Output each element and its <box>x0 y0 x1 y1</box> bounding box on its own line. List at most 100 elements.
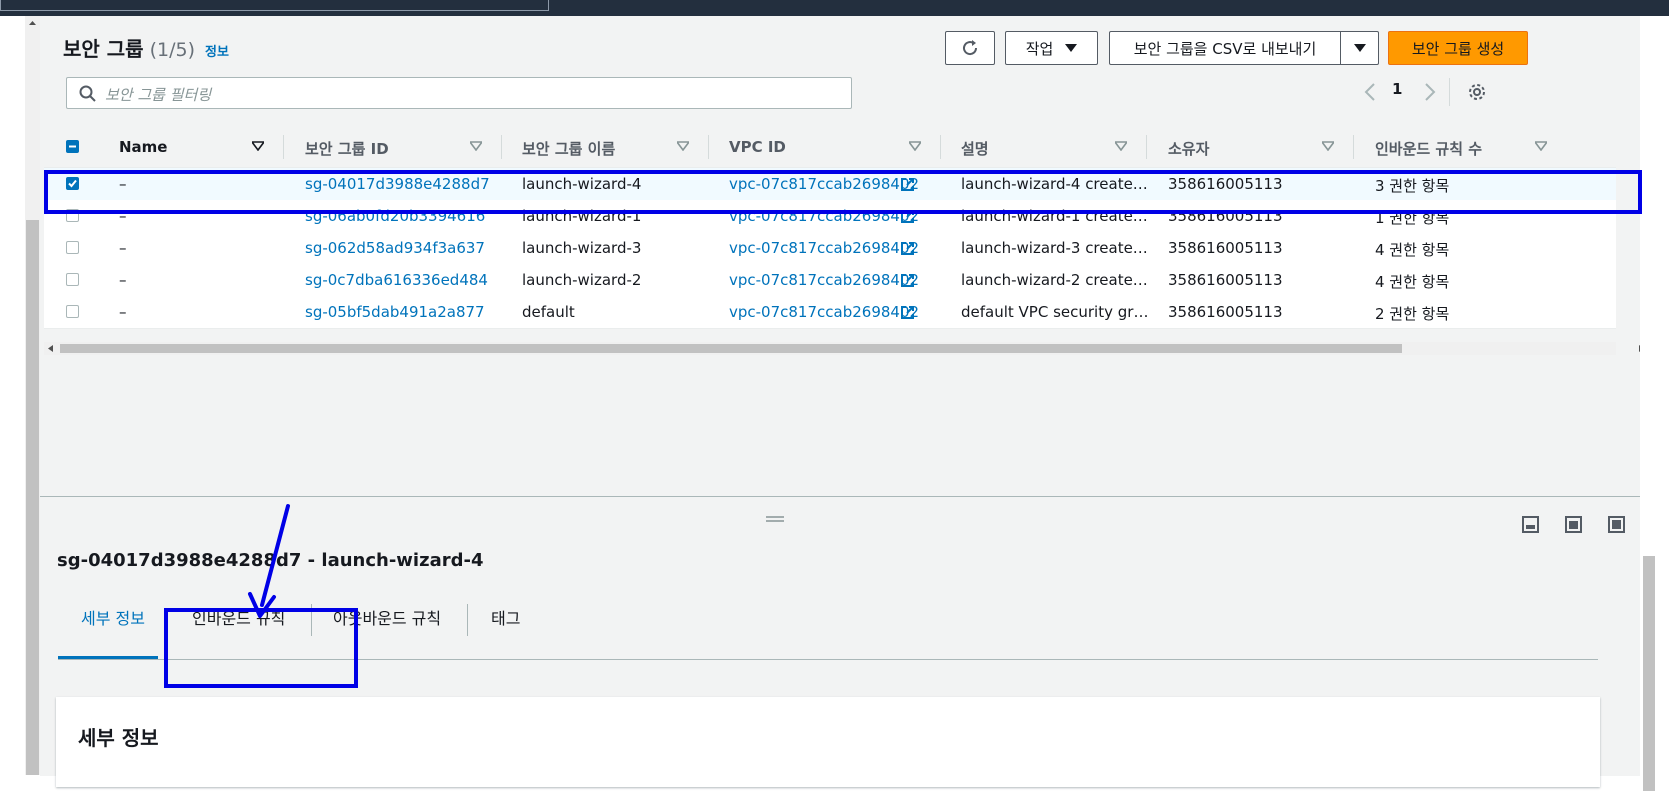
cell-inbound-rules: 4 권한 항목 <box>1375 241 1450 259</box>
panel-header: 보안 그룹 (1/5) 정보 <box>63 33 229 62</box>
refresh-button[interactable] <box>945 31 995 65</box>
scroll-up-arrow-icon[interactable] <box>25 16 40 30</box>
export-csv-button[interactable]: 보안 그룹을 CSV로 내보내기 <box>1109 31 1341 65</box>
column-header-inbound-rules[interactable]: 인바운드 규칙 수 <box>1375 138 1482 159</box>
cell-description: default VPC security gr… <box>961 303 1149 321</box>
row-checkbox[interactable] <box>66 305 79 318</box>
cell-name: – <box>119 175 127 193</box>
tab-divider <box>311 604 312 636</box>
sort-icon[interactable] <box>677 141 689 151</box>
cell-sg-name: launch-wizard-1 <box>522 207 642 225</box>
toolbar-divider <box>1449 78 1450 106</box>
sort-icon[interactable] <box>1322 141 1334 151</box>
table-row[interactable]: – sg-0c7dba616336ed484 launch-wizard-2 v… <box>44 264 1616 297</box>
column-divider <box>708 135 709 159</box>
page-title: 보안 그룹 <box>63 37 144 61</box>
column-divider <box>940 135 941 159</box>
search-placeholder: 보안 그룹 필터링 <box>105 86 212 104</box>
right-page-edge <box>1640 16 1669 791</box>
table-row[interactable]: – sg-05bf5dab491a2a877 default vpc-07c81… <box>44 296 1616 329</box>
info-link[interactable]: 정보 <box>205 41 229 60</box>
scroll-left-arrow-icon[interactable] <box>46 344 55 353</box>
tab-details[interactable]: 세부 정보 <box>81 605 145 629</box>
cell-sg-id-link[interactable]: sg-05bf5dab491a2a877 <box>305 303 485 321</box>
row-checkbox[interactable] <box>66 273 79 286</box>
column-header-name[interactable]: Name <box>119 138 167 156</box>
tab-outbound-rules[interactable]: 아웃바운드 규칙 <box>333 605 441 629</box>
external-link-icon[interactable] <box>900 241 915 256</box>
panel-bottom-icon[interactable] <box>1522 516 1539 533</box>
sort-icon[interactable] <box>470 141 482 151</box>
row-checkbox[interactable] <box>66 241 79 254</box>
create-security-group-label: 보안 그룹 생성 <box>1411 39 1505 58</box>
current-page[interactable]: 1 <box>1392 80 1402 98</box>
caret-down-icon <box>1353 44 1366 52</box>
external-link-icon[interactable] <box>900 209 915 224</box>
drag-handle-icon[interactable] <box>765 515 785 523</box>
column-header-vpc-id[interactable]: VPC ID <box>729 138 786 156</box>
column-divider <box>1146 135 1147 159</box>
actions-button[interactable]: 작업 <box>1005 31 1098 65</box>
caret-down-icon <box>1065 44 1078 52</box>
cell-sg-id-link[interactable]: sg-04017d3988e4288d7 <box>305 175 490 193</box>
column-header-description[interactable]: 설명 <box>961 138 989 159</box>
left-scrollbar-thumb[interactable] <box>26 220 39 775</box>
table-row[interactable]: – sg-04017d3988e4288d7 launch-wizard-4 v… <box>44 168 1616 201</box>
row-checkbox[interactable] <box>66 209 79 222</box>
cell-vpc-id-link[interactable]: vpc-07c817ccab2698402 <box>729 303 919 321</box>
sort-icon[interactable] <box>909 141 921 151</box>
sort-icon[interactable] <box>252 141 264 151</box>
table-row[interactable]: – sg-062d58ad934f3a637 launch-wizard-3 v… <box>44 232 1616 265</box>
table-row[interactable]: – sg-06ab0fd20b3394616 launch-wizard-1 v… <box>44 200 1616 233</box>
panel-side-icon[interactable] <box>1565 516 1582 533</box>
select-all-checkbox[interactable] <box>66 140 79 153</box>
cell-name: – <box>119 303 127 321</box>
table-scrollbar-thumb[interactable] <box>60 344 1402 353</box>
export-options-button[interactable] <box>1340 31 1379 65</box>
cell-vpc-id-link[interactable]: vpc-07c817ccab2698402 <box>729 207 919 225</box>
table-header: Name 보안 그룹 ID 보안 그룹 이름 VPC ID 설명 소유자 인바운… <box>44 127 1616 168</box>
cell-sg-id-link[interactable]: sg-06ab0fd20b3394616 <box>305 207 485 225</box>
cell-description: launch-wizard-3 create… <box>961 239 1148 257</box>
search-input[interactable]: 보안 그룹 필터링 <box>66 77 852 109</box>
sort-icon[interactable] <box>1535 141 1547 151</box>
top-search-field[interactable] <box>0 0 549 11</box>
external-link-icon[interactable] <box>900 305 915 320</box>
check-icon <box>68 179 77 188</box>
cell-description: launch-wizard-2 create… <box>961 271 1148 289</box>
cell-owner: 358616005113 <box>1168 303 1283 321</box>
column-header-sg-id[interactable]: 보안 그룹 ID <box>305 138 389 159</box>
chevron-right-icon[interactable] <box>1423 82 1437 102</box>
cell-vpc-id-link[interactable]: vpc-07c817ccab2698402 <box>729 175 919 193</box>
cell-sg-id-link[interactable]: sg-0c7dba616336ed484 <box>305 271 488 289</box>
details-section-title: 세부 정보 <box>78 726 159 750</box>
cell-vpc-id-link[interactable]: vpc-07c817ccab2698402 <box>729 239 919 257</box>
page-scrollbar-thumb[interactable] <box>1643 556 1655 791</box>
table-horizontal-scrollbar[interactable] <box>44 342 1644 355</box>
panel-full-icon[interactable] <box>1608 516 1625 533</box>
sort-icon[interactable] <box>1115 141 1127 151</box>
active-tab-indicator <box>58 656 158 659</box>
cell-sg-name: launch-wizard-4 <box>522 175 642 193</box>
annotation-arrow-icon <box>248 504 290 618</box>
cell-sg-id-link[interactable]: sg-062d58ad934f3a637 <box>305 239 485 257</box>
chevron-left-icon[interactable] <box>1363 82 1377 102</box>
external-link-icon[interactable] <box>900 177 915 192</box>
create-security-group-button[interactable]: 보안 그룹 생성 <box>1388 31 1528 65</box>
cell-owner: 358616005113 <box>1168 239 1283 257</box>
details-card: 세부 정보 <box>56 697 1600 787</box>
gear-icon[interactable] <box>1467 82 1487 102</box>
selection-count: (1/5) <box>149 39 195 61</box>
column-divider <box>1353 135 1354 159</box>
row-checkbox[interactable] <box>66 177 79 190</box>
cell-name: – <box>119 207 127 225</box>
cell-description: launch-wizard-1 create… <box>961 207 1148 225</box>
cell-inbound-rules: 1 권한 항목 <box>1375 209 1450 227</box>
cell-inbound-rules: 4 권한 항목 <box>1375 273 1450 291</box>
cell-vpc-id-link[interactable]: vpc-07c817ccab2698402 <box>729 271 919 289</box>
external-link-icon[interactable] <box>900 273 915 288</box>
column-header-sg-name[interactable]: 보안 그룹 이름 <box>522 138 615 159</box>
search-icon <box>79 85 96 102</box>
tab-tags[interactable]: 태그 <box>491 605 520 629</box>
column-header-owner[interactable]: 소유자 <box>1168 138 1209 159</box>
